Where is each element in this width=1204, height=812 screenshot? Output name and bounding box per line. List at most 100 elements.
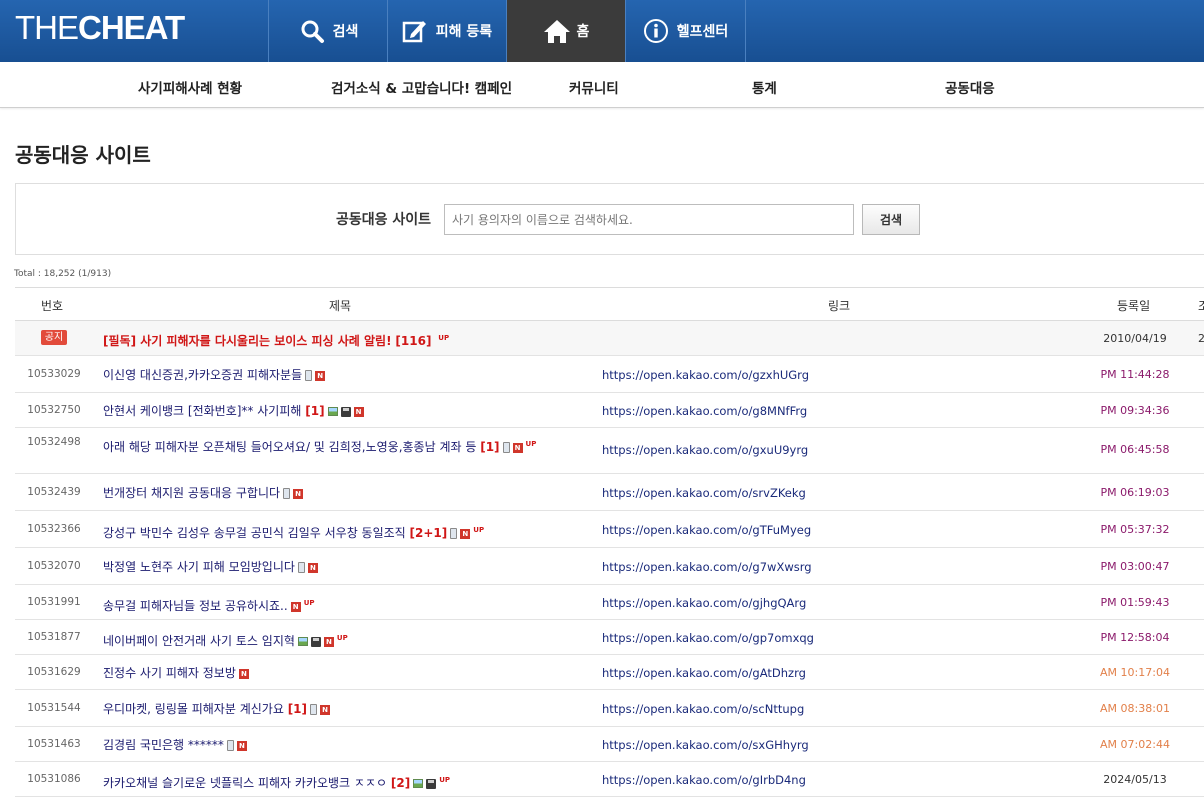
row-link[interactable]: https://open.kakao.com/o/gIrbD4ng [602,773,806,787]
table-row[interactable]: 10532750 안현서 케이뱅크 [전화번호]** 사기피해 [1] N https… [15,393,1204,428]
up-icon: UP [525,440,537,448]
table-row[interactable]: 10531544 우디마켓, 링링몰 피해자분 계신가요 [1] Nhttps://… [15,690,1204,727]
table-row[interactable]: 10531877 네이버페이 안전거래 사기 토스 임지혁 N UP https://o… [15,620,1204,655]
new-icon: N [323,636,334,647]
row-title-cell[interactable]: 김경림 국민은행 ****** N [103,737,593,754]
table-row[interactable]: 10533029 이신영 대신증권,카카오증권 피해자분들 Nhttps://ope… [15,356,1204,393]
row-title[interactable]: 김경림 국민은행 ****** [103,738,224,752]
subnav-statistics[interactable]: 통계 [752,77,777,97]
row-title-cell[interactable]: 아래 해당 피해자분 오픈채팅 들어오셔요/ 및 김희정,노영웅,홍종남 계좌 … [103,436,593,456]
nav-register-button[interactable]: 피해 등록 [387,0,506,62]
save-icon [426,778,437,789]
notice-title[interactable]: [필독] 사기 피해자를 다시울리는 보이스 피싱 사례 알림! [103,334,392,348]
row-title-cell[interactable]: 박정열 노현주 사기 피해 모임방입니다 N [103,559,593,576]
row-title[interactable]: 진정수 사기 피해자 정보방 [103,666,236,680]
row-comment-count: [1] [305,404,325,418]
row-title[interactable]: 번개장터 채지원 공동대응 구합니다 [103,486,280,500]
row-comment-count: [1] [287,702,308,716]
table-row[interactable]: 10531991 송무걸 피해자님들 정보 공유하시죠.. N UP https://o… [15,585,1204,620]
row-link[interactable]: https://open.kakao.com/o/g8MNfFrg [602,404,807,418]
row-title[interactable]: 강성구 박민수 김성우 송무걸 공민식 김일우 서우창 동일조직 [103,526,406,540]
nav-home-label: 홈 [576,24,590,40]
mobile-icon [283,488,291,499]
subnav-arrest-news[interactable]: 검거소식 & 고맙습니다! 캠페인 [331,77,512,97]
header-number: 번호 [41,299,64,313]
nav-help-button[interactable]: 헬프센터 [625,0,745,62]
table-row[interactable]: 10531629 진정수 사기 피해자 정보방 Nhttps://open.kaka… [15,655,1204,690]
new-icon: N [315,370,326,381]
row-number: 10531544 [27,702,81,714]
table-row[interactable]: 10532366 강성구 박민수 김성우 송무걸 공민식 김일우 서우창 동일조직… [15,511,1204,548]
row-title-cell[interactable]: 우디마켓, 링링몰 피해자분 계신가요 [1] N [103,701,593,718]
row-title-cell[interactable]: 카카오채널 슬기로운 넷플릭스 피해자 카카오뱅크 ㅈㅈㅇ [2] UP [103,772,593,792]
row-title[interactable]: 우디마켓, 링링몰 피해자분 계신가요 [103,702,284,716]
new-icon: N [320,704,331,715]
subnav-fraud-cases[interactable]: 사기피해사례 현황 [138,77,242,97]
nav-search-label: 검색 [332,24,359,40]
search-button[interactable]: 검색 [862,204,920,235]
row-date: PM 09:34:36 [1100,404,1170,417]
row-title-cell[interactable]: 송무걸 피해자님들 정보 공유하시죠.. N UP [103,595,593,615]
notice-badge: 공지 [40,330,68,345]
notice-badge-cell: 공지 [15,330,93,345]
table-row[interactable]: 10531463 김경림 국민은행 ****** Nhttps://open.kak… [15,727,1204,762]
save-icon [340,406,351,417]
nav-register-label: 피해 등록 [435,24,493,40]
row-link[interactable]: https://open.kakao.com/o/srvZKekg [602,486,806,500]
row-title-cell[interactable]: 네이버페이 안전거래 사기 토스 임지혁 N UP [103,630,593,650]
row-link[interactable]: https://open.kakao.com/o/g7wXwsrg [602,560,812,574]
row-title[interactable]: 송무걸 피해자님들 정보 공유하시죠.. [103,599,288,613]
row-link[interactable]: https://open.kakao.com/o/gp7omxqg [602,631,814,645]
row-title[interactable]: 카카오채널 슬기로운 넷플릭스 피해자 카카오뱅크 ㅈㅈㅇ [103,776,387,790]
notice-title-cell[interactable]: [필독] 사기 피해자를 다시울리는 보이스 피싱 사례 알림! [116] U… [103,330,593,350]
row-number: 10532750 [27,404,81,416]
mobile-icon [297,562,305,573]
row-title[interactable]: 네이버페이 안전거래 사기 토스 임지혁 [103,634,295,648]
row-date: PM 12:58:04 [1100,631,1170,644]
row-comment-count: [1] [480,440,500,454]
new-icon: N [512,442,523,453]
row-link[interactable]: https://open.kakao.com/o/scNttupg [602,702,804,716]
row-link[interactable]: https://open.kakao.com/o/gAtDhzrg [602,666,806,680]
nav-home-button[interactable]: 홈 [506,0,625,62]
page-title: 공동대응 사이트 [15,143,151,167]
nav-help-label: 헬프센터 [676,24,729,40]
row-link[interactable]: https://open.kakao.com/o/gTFuMyeg [602,523,811,537]
row-date: PM 03:00:47 [1100,560,1170,573]
up-icon: UP [303,599,315,607]
row-title-cell[interactable]: 번개장터 채지원 공동대응 구합니다 N [103,485,593,502]
row-number: 10531877 [27,631,81,643]
row-title-cell[interactable]: 강성구 박민수 김성우 송무걸 공민식 김일우 서우창 동일조직 [2+1] N U… [103,522,593,542]
nav-search-button[interactable]: 검색 [268,0,388,62]
row-title[interactable]: 박정열 노현주 사기 피해 모임방입니다 [103,560,295,574]
new-icon: N [238,668,249,679]
row-title-cell[interactable]: 진정수 사기 피해자 정보방 N [103,665,593,682]
total-count: Total : 18,252 (1/913) [14,269,112,279]
site-logo[interactable]: THECHEAT [15,8,185,48]
table-row[interactable]: 10532498 아래 해당 피해자분 오픈채팅 들어오셔요/ 및 김희정,노영웅… [15,428,1204,474]
row-title-cell[interactable]: 이신영 대신증권,카카오증권 피해자분들 N [103,367,593,384]
row-title[interactable]: 아래 해당 피해자분 오픈채팅 들어오셔요/ 및 김희정,노영웅,홍종남 계좌 … [103,440,476,454]
row-link[interactable]: https://open.kakao.com/o/sxGHhyrg [602,738,809,752]
row-link[interactable]: https://open.kakao.com/o/gzxhUGrg [602,368,809,382]
posts-table: 번호 제목 링크 등록일 조 공지 [필독] 사기 피해자를 다시울리는 보이스… [15,287,1204,797]
row-link[interactable]: https://open.kakao.com/o/gxuU9yrg [602,443,808,457]
notice-row[interactable]: 공지 [필독] 사기 피해자를 다시울리는 보이스 피싱 사례 알림! [116… [15,321,1204,356]
row-title[interactable]: 이신영 대신증권,카카오증권 피해자분들 [103,368,302,382]
row-title-cell[interactable]: 안현서 케이뱅크 [전화번호]** 사기피해 [1] N [103,403,593,420]
nav-divider [745,0,746,62]
row-link[interactable]: https://open.kakao.com/o/gjhgQArg [602,596,806,610]
subnav-joint-response[interactable]: 공동대응 [945,77,995,97]
row-date: PM 11:44:28 [1100,368,1170,381]
table-row[interactable]: 10532439 번개장터 채지원 공동대응 구합니다 Nhttps://open.… [15,474,1204,511]
subnav-community[interactable]: 커뮤니티 [569,77,619,97]
row-title[interactable]: 안현서 케이뱅크 [전화번호]** 사기피해 [103,404,301,418]
up-icon: UP [439,776,451,784]
search-panel: 공동대응 사이트 검색 [15,183,1204,255]
table-row[interactable]: 10531086 카카오채널 슬기로운 넷플릭스 피해자 카카오뱅크 ㅈㅈㅇ [2… [15,762,1204,797]
up-icon: UP [336,634,348,642]
table-row[interactable]: 10532070 박정열 노현주 사기 피해 모임방입니다 Nhttps://ope… [15,548,1204,585]
search-input[interactable] [444,204,854,235]
new-icon: N [293,488,304,499]
mobile-icon [310,704,318,715]
